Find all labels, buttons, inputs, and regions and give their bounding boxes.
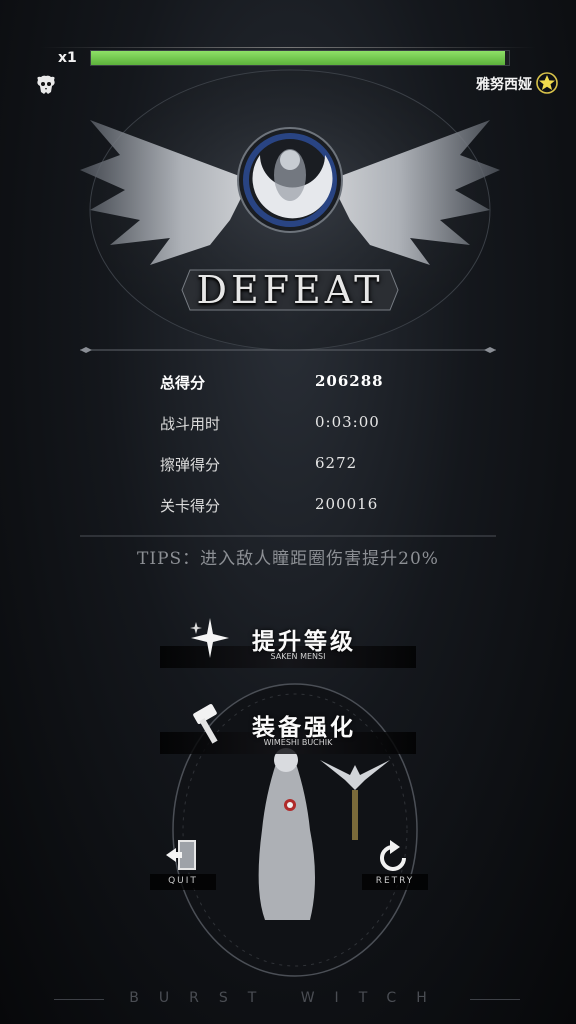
retry-label: RETRY: [375, 876, 415, 886]
score-multiplier: x1: [58, 50, 77, 66]
quit-label: QUIT: [168, 876, 198, 886]
tips-text: TIPS：进入敌人瞳距圈伤害提升20%: [137, 549, 439, 569]
quit-button[interactable]: QUIT: [148, 836, 218, 906]
hud-divider: [40, 47, 536, 48]
result-title: DEFEAT: [196, 268, 384, 312]
defeat-banner: DEFEAT: [180, 262, 400, 318]
divider-bottom: [80, 535, 496, 537]
stat-label: 总得分: [160, 374, 206, 392]
stat-label: 擦弹得分: [160, 456, 221, 474]
equip-upgrade-sublabel: WIMESHI BUCHIK: [263, 738, 333, 747]
retry-arrow-icon: [380, 840, 406, 871]
star-badge-icon: [536, 72, 558, 94]
stat-value: 0:03:00: [315, 413, 380, 431]
level-up-sublabel: SAKEN MENSI: [270, 652, 326, 661]
stat-battle-time: 战斗用时 0:03:00: [160, 413, 480, 439]
level-up-button[interactable]: 提升等级 SAKEN MENSI: [160, 618, 416, 672]
stat-value: 6272: [315, 454, 358, 472]
equip-upgrade-label: 装备强化: [252, 714, 356, 741]
stat-label: 关卡得分: [160, 497, 221, 515]
stat-value: 206288: [315, 372, 384, 390]
exit-door-icon: [166, 840, 196, 870]
stat-graze-score: 擦弹得分 6272: [160, 454, 480, 480]
stat-value: 200016: [315, 495, 379, 513]
stat-label: 战斗用时: [160, 415, 221, 433]
retry-button[interactable]: RETRY: [360, 836, 430, 906]
stat-stage-score: 关卡得分 200016: [160, 495, 480, 521]
ram-skull-icon: [37, 75, 55, 94]
stat-total-score: 总得分 206288: [160, 372, 480, 398]
divider-top: [80, 347, 496, 353]
footer-brand: BURST WITCH: [129, 990, 447, 1006]
equip-upgrade-button[interactable]: 装备强化 WIMESHI BUCHIK: [160, 704, 416, 758]
level-up-label: 提升等级: [252, 628, 356, 655]
